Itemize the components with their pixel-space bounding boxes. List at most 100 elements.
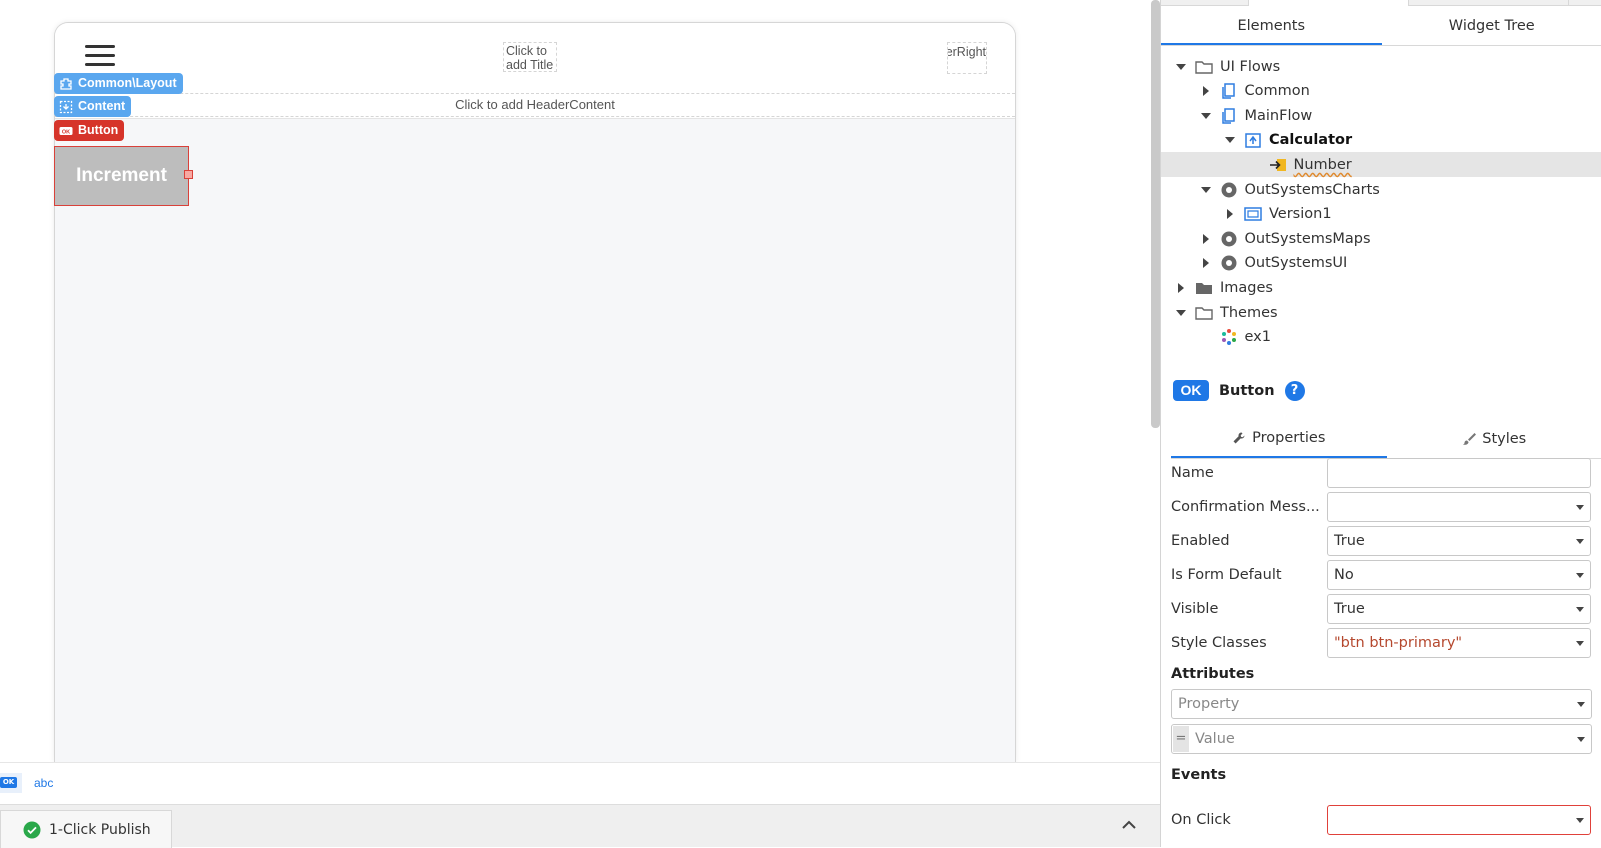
property-row: Is Form DefaultNo xyxy=(1171,560,1601,590)
caret-down-icon[interactable] xyxy=(1175,61,1187,73)
caret-down-icon[interactable] xyxy=(1224,134,1236,146)
selected-widget-title: Button xyxy=(1219,383,1275,399)
tab-properties-label: Properties xyxy=(1252,419,1325,457)
theme-icon xyxy=(1220,328,1238,346)
property-label: Name xyxy=(1171,465,1327,481)
tree-item-label: OutSystemsCharts xyxy=(1245,182,1380,198)
attribute-property-select[interactable]: Property xyxy=(1171,689,1592,719)
property-row: Confirmation Mess... xyxy=(1171,492,1601,522)
tree-item-label: OutSystemsMaps xyxy=(1245,231,1371,247)
on-click-row: On Click xyxy=(1171,805,1601,835)
right-panel: Elements Widget Tree UI Flows Common MainF… xyxy=(1160,0,1601,847)
chevron-down-icon xyxy=(1576,505,1584,510)
tab-styles[interactable]: Styles xyxy=(1387,419,1601,458)
placeholder-icon xyxy=(59,100,73,114)
property-label: Style Classes xyxy=(1171,635,1327,651)
caret-right-icon[interactable] xyxy=(1224,208,1236,220)
properties-header: OK Button ? xyxy=(1173,380,1305,401)
tree-item-label: OutSystemsUI xyxy=(1245,255,1348,271)
property-label: Visible xyxy=(1171,601,1327,617)
menu-icon[interactable] xyxy=(85,45,115,67)
tree-item-version1[interactable]: Version1 xyxy=(1161,202,1601,227)
caret-spacer xyxy=(1249,159,1261,171)
tree-item-label: Number xyxy=(1294,157,1352,173)
property-select[interactable]: True xyxy=(1327,594,1591,624)
flow-icon xyxy=(1220,107,1238,125)
folder-open-icon xyxy=(1195,58,1213,76)
attribute-value-field[interactable]: =Value xyxy=(1171,724,1592,754)
on-click-select[interactable] xyxy=(1327,805,1591,835)
chevron-down-icon xyxy=(1576,573,1584,578)
canvas-scrollbar[interactable] xyxy=(1151,0,1160,428)
property-select[interactable] xyxy=(1327,492,1591,522)
increment-button[interactable]: Increment xyxy=(54,146,189,206)
screen-icon xyxy=(1244,131,1262,149)
chevron-up-icon[interactable] xyxy=(1120,817,1138,831)
caret-down-icon[interactable] xyxy=(1200,110,1212,122)
caret-down-icon[interactable] xyxy=(1175,307,1187,319)
tree-item-ex1[interactable]: ex1 xyxy=(1161,325,1601,350)
flow-icon xyxy=(1220,82,1238,100)
button-widget-icon[interactable]: OK xyxy=(0,773,22,793)
layout-tag[interactable]: Common\Layout xyxy=(54,73,183,94)
tree-item-label: UI Flows xyxy=(1220,59,1280,75)
chevron-down-icon xyxy=(1576,641,1584,646)
resize-handle[interactable] xyxy=(184,170,193,179)
tree-item-label: Calculator xyxy=(1269,132,1352,148)
input-param-icon xyxy=(1269,156,1287,174)
events-title: Events xyxy=(1171,767,1226,783)
caret-right-icon[interactable] xyxy=(1200,257,1212,269)
button-widget-icon: OK xyxy=(59,124,73,138)
module-icon xyxy=(1220,230,1238,248)
property-input[interactable] xyxy=(1327,458,1591,488)
caret-right-icon[interactable] xyxy=(1200,85,1212,97)
tree-item-label: Common xyxy=(1245,83,1310,99)
tree-item-themes[interactable]: Themes xyxy=(1161,300,1601,325)
tree-item-label: MainFlow xyxy=(1245,108,1313,124)
module-icon xyxy=(1220,181,1238,199)
tree-item-label: Images xyxy=(1220,280,1273,296)
tree-item-images[interactable]: Images xyxy=(1161,275,1601,300)
button-tag[interactable]: OK Button xyxy=(54,120,124,141)
help-icon[interactable]: ? xyxy=(1285,381,1305,401)
title-placeholder[interactable]: Click to add Title xyxy=(503,42,557,72)
tree-item-outsystemsui[interactable]: OutSystemsUI xyxy=(1161,251,1601,276)
text-widget-label[interactable]: abc xyxy=(34,776,53,790)
publish-bar: 1-Click Publish xyxy=(0,804,1160,847)
property-select[interactable]: "btn btn-primary" xyxy=(1327,628,1591,658)
button-widget-badge: OK xyxy=(1173,380,1209,401)
property-select[interactable]: No xyxy=(1327,560,1591,590)
property-tabs: Properties Styles xyxy=(1171,419,1601,459)
tree-item-outsystemsmaps[interactable]: OutSystemsMaps xyxy=(1161,226,1601,251)
tab-widget-tree[interactable]: Widget Tree xyxy=(1382,8,1601,45)
property-select[interactable]: True xyxy=(1327,526,1591,556)
tree-item-label: Themes xyxy=(1220,305,1278,321)
button-tag-label: Button xyxy=(78,120,118,141)
caret-right-icon[interactable] xyxy=(1175,282,1187,294)
content-tag[interactable]: Content xyxy=(54,96,131,117)
brush-icon xyxy=(1462,432,1476,446)
chevron-down-icon xyxy=(1576,539,1584,544)
tab-elements[interactable]: Elements xyxy=(1161,8,1382,45)
tree-item-ui flows[interactable]: UI Flows xyxy=(1161,54,1601,79)
block-icon xyxy=(59,77,73,91)
attributes-title: Attributes xyxy=(1171,666,1254,682)
chevron-down-icon xyxy=(1577,737,1585,742)
header-content-placeholder[interactable]: Click to add HeaderContent xyxy=(55,93,1015,117)
module-icon xyxy=(1220,254,1238,272)
publish-label: 1-Click Publish xyxy=(49,822,151,838)
tree-item-mainflow[interactable]: MainFlow xyxy=(1161,103,1601,128)
tree-item-outsystemscharts[interactable]: OutSystemsCharts xyxy=(1161,177,1601,202)
tree-item-number[interactable]: Number xyxy=(1161,152,1601,177)
property-row: EnabledTrue xyxy=(1171,526,1601,556)
header-right-placeholder[interactable]: Click to add HeaderRight xyxy=(947,42,987,74)
equals-sign: = xyxy=(1173,726,1189,752)
caret-down-icon[interactable] xyxy=(1200,184,1212,196)
tree-item-common[interactable]: Common xyxy=(1161,79,1601,104)
on-click-label: On Click xyxy=(1171,812,1327,828)
caret-right-icon[interactable] xyxy=(1200,233,1212,245)
tree-item-calculator[interactable]: Calculator xyxy=(1161,128,1601,153)
tab-properties[interactable]: Properties xyxy=(1171,419,1387,458)
chevron-down-icon xyxy=(1577,702,1585,707)
publish-tab[interactable]: 1-Click Publish xyxy=(0,810,172,848)
